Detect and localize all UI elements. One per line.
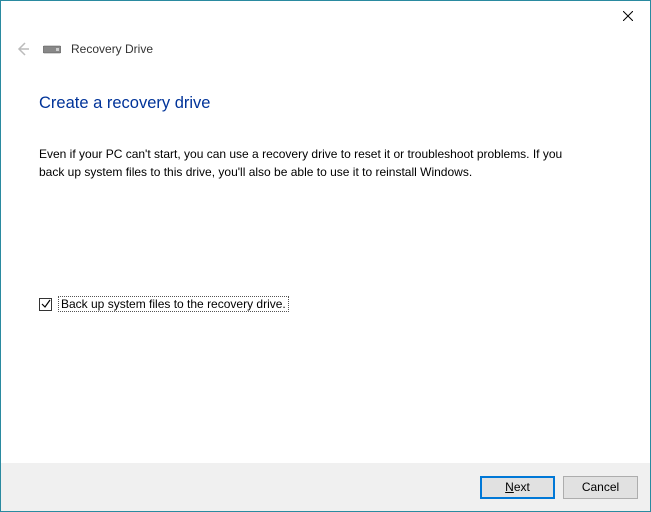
cancel-button[interactable]: Cancel	[563, 476, 638, 499]
page-description: Even if your PC can't start, you can use…	[39, 145, 569, 181]
backup-checkbox-label[interactable]: Back up system files to the recovery dri…	[58, 296, 289, 312]
close-button[interactable]	[605, 1, 650, 31]
back-arrow-icon	[13, 39, 33, 59]
next-button-rest: ext	[514, 480, 530, 494]
wizard-content: Create a recovery drive Even if your PC …	[1, 59, 650, 312]
titlebar	[1, 1, 650, 31]
wizard-title: Recovery Drive	[71, 42, 153, 56]
wizard-footer: Next Cancel	[1, 463, 650, 511]
wizard-header: Recovery Drive	[1, 31, 650, 59]
next-button-accel: N	[505, 480, 514, 494]
recovery-drive-icon	[43, 43, 61, 55]
next-button[interactable]: Next	[480, 476, 555, 499]
page-title: Create a recovery drive	[39, 94, 612, 113]
checkmark-icon	[41, 299, 51, 309]
backup-checkbox-row: Back up system files to the recovery dri…	[39, 296, 612, 312]
close-icon	[623, 8, 633, 24]
backup-checkbox[interactable]	[39, 298, 52, 311]
